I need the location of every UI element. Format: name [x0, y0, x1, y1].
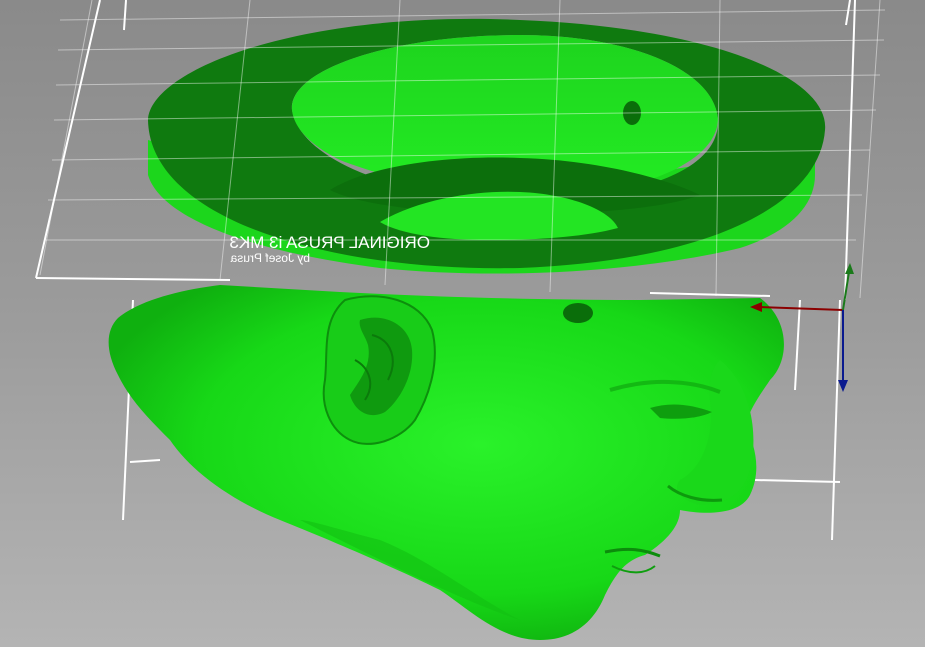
3d-viewport[interactable]: ORIGINAL PRUSA i3 MK3 by Josef Prusa — [0, 0, 925, 647]
bed-brand-text: ORIGINAL PRUSA i3 MK3 — [229, 233, 430, 252]
side-hole — [563, 303, 593, 323]
scene-svg[interactable]: ORIGINAL PRUSA i3 MK3 by Josef Prusa — [0, 0, 925, 647]
z-axis-tip — [838, 380, 848, 392]
x-axis-arrow[interactable] — [759, 306, 844, 311]
bed-author-text: by Josef Prusa — [230, 251, 310, 265]
